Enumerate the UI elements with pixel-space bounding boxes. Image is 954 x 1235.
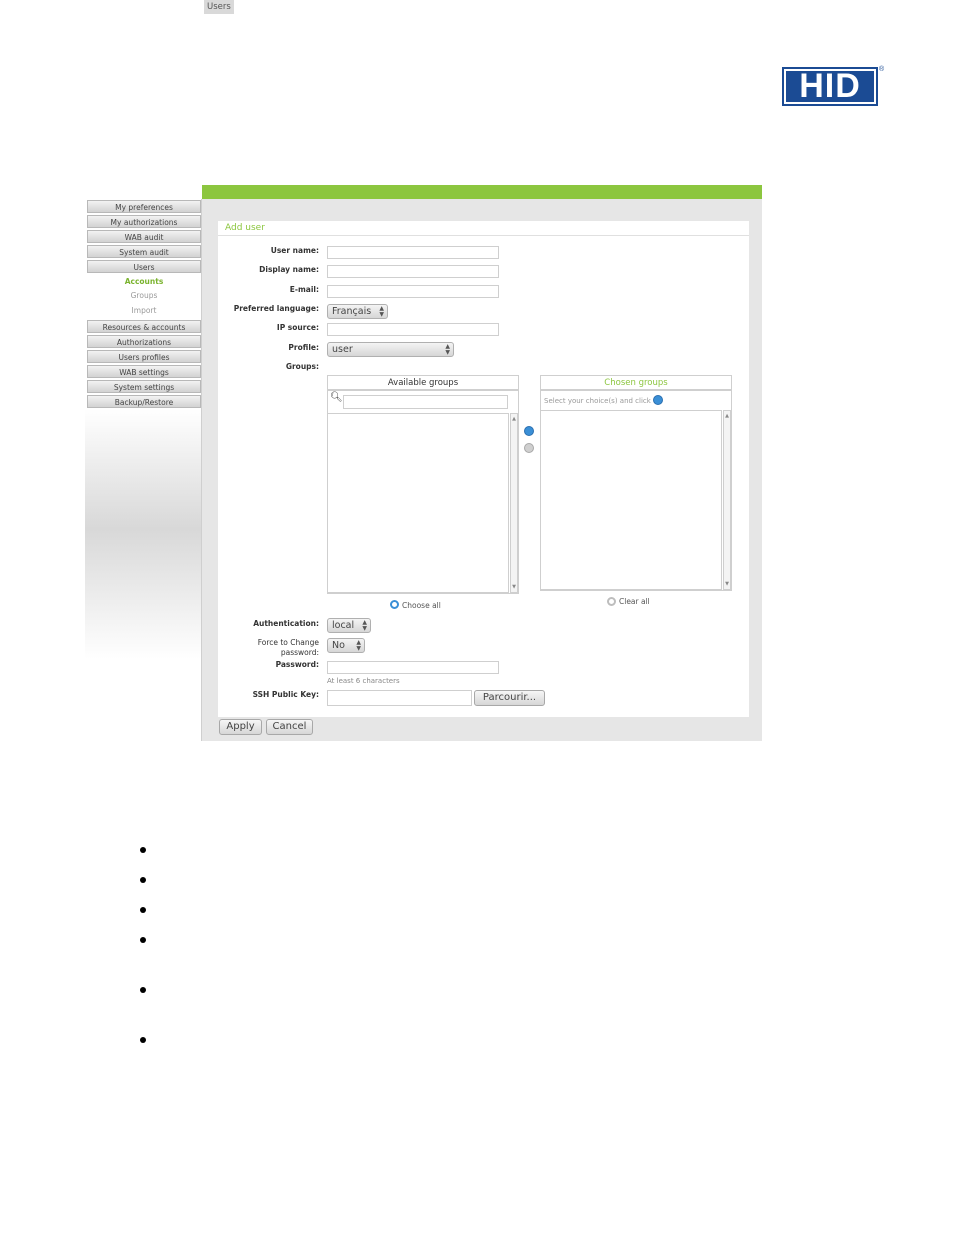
- force-change-label: Force to Change: [257, 638, 319, 647]
- apply-button[interactable]: Apply: [219, 719, 262, 735]
- sidebar-item-users-profiles[interactable]: Users profiles: [87, 350, 201, 363]
- profile-label: Profile:: [288, 343, 319, 352]
- sidebar-item-wab-settings[interactable]: WAB settings: [87, 365, 201, 378]
- available-groups-list[interactable]: [327, 413, 509, 593]
- display-name-input[interactable]: [327, 265, 499, 278]
- clear-all-link[interactable]: Clear all: [619, 597, 650, 606]
- authentication-label: Authentication:: [253, 619, 319, 628]
- sidebar-item-authorizations[interactable]: Authorizations: [87, 335, 201, 348]
- chosen-groups-hint: Select your choice(s) and click: [544, 397, 651, 405]
- panel-title: Add user: [225, 223, 265, 233]
- scroll-down-icon[interactable]: ▼: [511, 584, 517, 590]
- hid-logo: HID: [782, 67, 878, 106]
- user-name-label: User name:: [270, 246, 319, 255]
- select-arrows-icon: ▲ ▼: [379, 305, 384, 318]
- authentication-select[interactable]: local ▲ ▼: [327, 618, 371, 633]
- bullet-point: [140, 1037, 146, 1043]
- sidebar-subitem-accounts[interactable]: Accounts: [87, 275, 201, 288]
- breadcrumb-accounts: Accounts: [234, 2, 273, 12]
- language-select-value: Français: [332, 306, 372, 317]
- available-groups-header: Available groups: [327, 375, 519, 390]
- clear-all-icon[interactable]: [607, 597, 616, 606]
- password-input[interactable]: [327, 661, 499, 674]
- force-change-label-2: password:: [280, 648, 319, 657]
- sidebar-item-users[interactable]: Users: [87, 260, 201, 273]
- profile-select[interactable]: user ▲ ▼: [327, 342, 454, 357]
- sidebar-subitem-groups[interactable]: Groups: [87, 289, 201, 302]
- sidebar-subitem-import[interactable]: Import: [87, 304, 201, 317]
- bullet-point: [140, 877, 146, 883]
- chosen-groups-list[interactable]: [540, 410, 722, 590]
- ssh-key-input[interactable]: [327, 690, 472, 706]
- cancel-button[interactable]: Cancel: [266, 719, 313, 735]
- add-arrow-icon: [653, 395, 663, 405]
- email-label: E-mail:: [289, 285, 319, 294]
- bullet-point: [140, 987, 146, 993]
- search-icon: 🔍︎: [330, 392, 343, 403]
- authentication-select-value: local: [332, 620, 355, 631]
- profile-select-value: user: [332, 344, 353, 355]
- chosen-groups-header: Chosen groups: [540, 375, 732, 390]
- breadcrumb: [202, 185, 762, 199]
- scroll-up-icon[interactable]: ▲: [511, 416, 517, 422]
- user-name-input[interactable]: [327, 246, 499, 259]
- ssh-key-label: SSH Public Key:: [252, 690, 319, 699]
- registered-mark: ®: [879, 66, 885, 73]
- password-hint: At least 6 characters: [327, 677, 400, 685]
- scroll-up-icon[interactable]: ▲: [724, 413, 730, 419]
- display-name-label: Display name:: [259, 265, 319, 274]
- sidebar-item-wab-audit[interactable]: WAB audit: [87, 230, 201, 243]
- choose-all-link[interactable]: Choose all: [402, 601, 441, 610]
- breadcrumb-users[interactable]: Users: [204, 0, 234, 14]
- browse-button[interactable]: Parcourir...: [474, 690, 545, 706]
- groups-search-input[interactable]: [343, 395, 508, 409]
- language-label: Preferred language:: [233, 304, 319, 313]
- force-change-select[interactable]: No ▲ ▼: [327, 638, 365, 653]
- sidebar-item-resources-accounts[interactable]: Resources & accounts: [87, 320, 201, 333]
- force-change-select-value: No: [332, 640, 345, 651]
- sidebar-item-system-settings[interactable]: System settings: [87, 380, 201, 393]
- password-label: Password:: [275, 660, 319, 669]
- select-arrows-icon: ▲ ▼: [445, 343, 450, 356]
- ip-source-input[interactable]: [327, 323, 499, 336]
- add-arrow-icon[interactable]: [524, 426, 534, 436]
- sidebar-item-my-preferences[interactable]: My preferences: [87, 200, 201, 213]
- sidebar-item-system-audit[interactable]: System audit: [87, 245, 201, 258]
- email-input[interactable]: [327, 285, 499, 298]
- language-select[interactable]: Français ▲ ▼: [327, 304, 388, 319]
- sidebar-item-backup-restore[interactable]: Backup/Restore: [87, 395, 201, 408]
- remove-arrow-icon[interactable]: [524, 443, 534, 453]
- sidebar-item-my-authorizations[interactable]: My authorizations: [87, 215, 201, 228]
- ip-source-label: IP source:: [276, 323, 319, 332]
- panel-header: Add user: [218, 221, 749, 236]
- choose-all-icon[interactable]: [390, 600, 399, 609]
- chosen-groups-scrollbar[interactable]: ▲ ▼: [723, 410, 731, 590]
- bullet-point: [140, 907, 146, 913]
- available-groups-scrollbar[interactable]: ▲ ▼: [510, 413, 518, 593]
- scroll-down-icon[interactable]: ▼: [724, 581, 730, 587]
- select-arrows-icon: ▲ ▼: [356, 639, 361, 652]
- bullet-point: [140, 937, 146, 943]
- groups-label: Groups:: [285, 362, 319, 371]
- select-arrows-icon: ▲ ▼: [362, 619, 367, 632]
- bullet-point: [140, 847, 146, 853]
